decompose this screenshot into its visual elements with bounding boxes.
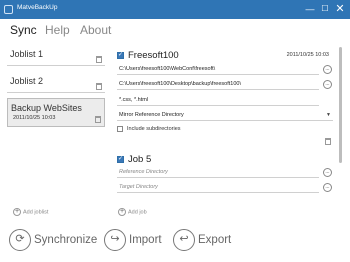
window-title: MatveBackUp [17,4,58,11]
minimize-button[interactable]: — [303,1,317,17]
job-name: Freesoft100 [128,50,179,61]
plus-circle-icon: + [118,208,126,216]
export-arrow-icon: ↩ [173,229,195,251]
browse-target-button[interactable]: ... [323,80,332,89]
sync-mode-value: Mirror Reference Directory [119,112,184,118]
maximize-button[interactable]: ☐ [318,1,332,17]
app-icon [4,5,13,14]
source-directory-field[interactable]: C:\Users\freesoft100\WebConf\freesoft\ [117,63,319,75]
target-directory-field[interactable]: Target Directory [117,181,319,193]
add-job-label: Add job [128,209,147,216]
add-joblist-button[interactable]: + Add joblist [13,208,48,216]
joblist-name: Joblist 1 [10,49,44,59]
close-button[interactable]: ✕ [333,1,347,17]
add-job-button[interactable]: + Add job [118,208,147,216]
browse-target-button[interactable]: ... [323,183,332,192]
joblist-item-selected[interactable]: Backup WebSites 2011/10/25 10:03 [7,98,105,127]
target-directory-placeholder: Target Directory [119,184,158,190]
job-name: Job 5 [128,154,152,165]
title-bar: MatveBackUp — ☐ ✕ [0,0,350,19]
joblist-date: 2011/10/25 10:03 [13,115,56,121]
trash-icon[interactable] [96,83,102,90]
job-date: 2011/10/25 10:03 [286,52,329,58]
browse-source-button[interactable]: ... [323,168,332,177]
add-joblist-label: Add joblist [23,209,49,216]
source-directory-value: C:\Users\freesoft100\WebConf\freesoft\ [119,66,216,72]
job-panel-scrollbar[interactable] [339,47,342,163]
plus-circle-icon: + [13,208,21,216]
import-label: Import [129,234,162,246]
export-label: Export [198,234,232,246]
sync-mode-select[interactable]: Mirror Reference Directory ▼ [117,109,333,121]
job-enabled-checkbox[interactable]: ✓ [117,52,124,59]
include-subdirectories-checkbox[interactable] [117,126,123,132]
chevron-down-icon: ▼ [326,112,331,118]
synchronize-label: Synchronize [34,234,98,246]
joblist-item[interactable]: Joblist 1 [7,44,105,66]
job-header: ✓ Job 5 [115,154,337,166]
source-directory-field[interactable]: Reference Directory [117,166,319,178]
trash-icon[interactable] [325,138,331,145]
trash-icon[interactable] [96,56,102,63]
tab-about[interactable]: About [80,23,111,37]
target-directory-field[interactable]: C:\Users\freesoft100\Desktop\backup\free… [117,78,319,90]
joblist-name: Joblist 2 [10,76,44,86]
sync-icon: ⟳ [9,229,31,251]
joblist-item[interactable]: Joblist 2 [7,71,105,93]
source-directory-placeholder: Reference Directory [119,169,168,175]
action-bar: ⟳ Synchronize ↪ Import ↩ Export [0,225,350,262]
target-directory-value: C:\Users\freesoft100\Desktop\backup\free… [119,81,241,87]
file-filter-value: *.css, *.html [119,97,149,103]
joblist-name: Backup WebSites [11,103,82,113]
include-subdirectories-label: Include subdirectories [127,126,181,132]
tab-help[interactable]: Help [45,23,70,37]
file-filter-field[interactable]: *.css, *.html [117,94,319,106]
job-header: ✓ Freesoft100 2011/10/25 10:03 [115,50,337,62]
browse-source-button[interactable]: ... [323,65,332,74]
job-panel: ✓ Freesoft100 2011/10/25 10:03 C:\Users\… [115,48,337,208]
import-arrow-icon: ↪ [104,229,126,251]
tab-sync[interactable]: Sync [10,23,37,37]
trash-icon[interactable] [95,116,101,123]
job-enabled-checkbox[interactable]: ✓ [117,156,124,163]
